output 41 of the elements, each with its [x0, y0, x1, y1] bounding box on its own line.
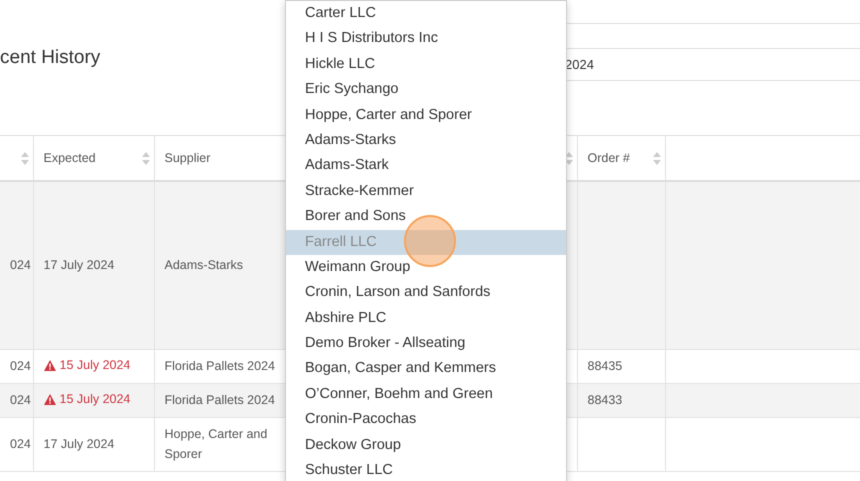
dropdown-option[interactable]: Demo Broker - Allseating	[286, 331, 566, 356]
supplier-name: Hoppe, Carter and Sporer	[164, 427, 268, 461]
dropdown-option[interactable]: Stracke-Kemmer	[286, 178, 566, 204]
table-cell: 024	[10, 359, 31, 373]
supplier-name: Adams-Starks	[164, 258, 243, 272]
order-number: 88435	[588, 359, 622, 373]
sort-icon[interactable]	[142, 152, 150, 165]
table-cell: 024	[10, 393, 31, 407]
dropdown-option[interactable]: Cronin-Pacochas	[286, 407, 566, 433]
order-number: 88433	[588, 393, 622, 407]
expected-date: 15 July 2024	[44, 358, 130, 372]
expected-date: 15 July 2024	[44, 392, 130, 406]
column-header[interactable]: Expected	[44, 151, 96, 165]
sort-icon[interactable]	[652, 152, 660, 165]
dropdown-option[interactable]: Eric Sychango	[286, 77, 566, 103]
page-title: cent History	[0, 47, 100, 69]
column-header[interactable]: Order #	[588, 151, 630, 165]
table-cell: 024	[10, 258, 31, 272]
dropdown-option[interactable]: Hickle LLC	[286, 52, 566, 78]
table-cell: 024	[10, 437, 31, 451]
supplier-name: Florida Pallets 2024	[164, 393, 275, 407]
dropdown-option[interactable]: Adams-Starks	[286, 128, 566, 154]
dropdown-option[interactable]: H I S Distributors Inc	[286, 26, 566, 52]
dropdown-option[interactable]: Adams-Stark	[286, 153, 566, 179]
dropdown-option[interactable]: O’Conner, Boehm and Green	[286, 382, 566, 408]
dropdown-option[interactable]: Abshire PLC	[286, 306, 566, 332]
dropdown-option[interactable]: Hoppe, Carter and Sporer	[286, 102, 566, 128]
expected-date: 17 July 2024	[44, 437, 114, 451]
warning-icon	[44, 394, 56, 405]
column-header[interactable]: Supplier	[164, 151, 210, 165]
dropdown-option[interactable]: Carter LLC	[286, 1, 566, 26]
dropdown-option[interactable]: Cronin, Larson and Sanfords	[286, 280, 566, 306]
dropdown-option[interactable]: Borer and Sons	[286, 204, 566, 230]
dropdown-option[interactable]: Weimann Group	[286, 254, 566, 280]
sort-icon[interactable]	[20, 152, 28, 165]
dropdown-option[interactable]: Schuster LLC	[286, 458, 566, 481]
supplier-name: Florida Pallets 2024	[164, 359, 275, 373]
expected-date: 17 July 2024	[44, 258, 114, 272]
warning-icon	[44, 360, 56, 371]
dropdown-option[interactable]: Bogan, Casper and Kemmers	[286, 356, 566, 382]
dropdown-option[interactable]: Deckow Group	[286, 432, 566, 458]
